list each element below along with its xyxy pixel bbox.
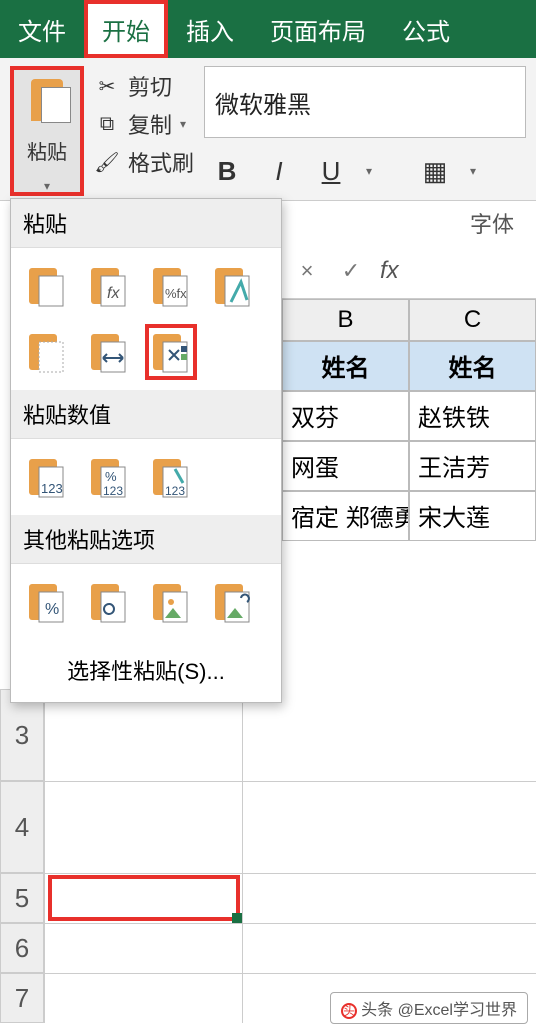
chevron-down-icon: ▾: [180, 117, 186, 131]
tab-home[interactable]: 开始: [84, 0, 168, 58]
paste-picture-icon[interactable]: [145, 574, 197, 630]
tab-formula[interactable]: 公式: [384, 0, 468, 58]
svg-text:123: 123: [103, 484, 123, 498]
cut-button[interactable]: ✂剪切: [94, 70, 194, 102]
brush-icon: 🖌: [94, 149, 120, 175]
row-header-7[interactable]: 7: [0, 973, 44, 1023]
row-header-6[interactable]: 6: [0, 923, 44, 973]
clipboard-icon: [27, 73, 67, 121]
paste-source-fmt-icon[interactable]: [207, 258, 259, 314]
row-header-5[interactable]: 5: [0, 873, 44, 923]
svg-text:123: 123: [41, 481, 63, 496]
font-name-input[interactable]: 微软雅黑: [204, 66, 526, 138]
paste-link-icon[interactable]: [83, 574, 135, 630]
chevron-down-icon: ▾: [366, 164, 372, 178]
col-header-c[interactable]: C: [409, 299, 536, 341]
paste-all-icon[interactable]: [21, 258, 73, 314]
toutiao-icon: 头: [341, 1003, 357, 1019]
underline-button[interactable]: U: [314, 154, 348, 188]
tab-file[interactable]: 文件: [0, 0, 84, 58]
cell[interactable]: 双芬: [282, 391, 409, 441]
copy-icon: ⧉: [94, 111, 120, 137]
cancel-icon[interactable]: ×: [292, 258, 322, 284]
paste-special-item[interactable]: 选择性粘贴(S)...: [11, 640, 281, 702]
dd-section-other: 其他粘贴选项: [11, 515, 281, 564]
italic-button[interactable]: I: [262, 154, 296, 188]
paste-formulas-icon[interactable]: fx: [83, 258, 135, 314]
paste-label: 粘贴: [27, 136, 67, 165]
paste-noborders-icon[interactable]: [21, 324, 73, 380]
svg-text:123: 123: [165, 484, 185, 498]
selected-cell[interactable]: [48, 875, 240, 921]
header-row: 姓名 姓名: [282, 341, 536, 391]
paste-dropdown: 粘贴 fx %fx 粘贴数值 123 %123 123 其他粘贴选项 % 选择性…: [10, 198, 282, 703]
copy-button[interactable]: ⧉复制 ▾: [94, 108, 194, 140]
bold-button[interactable]: B: [210, 154, 244, 188]
borders-button[interactable]: ▦: [418, 154, 452, 188]
fill-handle[interactable]: [232, 913, 242, 923]
ribbon-tabs: 文件 开始 插入 页面布局 公式: [0, 0, 536, 58]
chevron-down-icon: ▾: [44, 179, 50, 193]
paste-values-numfmt-icon[interactable]: %123: [83, 449, 135, 505]
tab-insert[interactable]: 插入: [168, 0, 252, 58]
clipboard-group: ✂剪切 ⧉复制 ▾ 🖌格式刷: [94, 66, 194, 196]
cell[interactable]: 宋大莲: [409, 491, 536, 541]
paste-transpose-icon[interactable]: [145, 324, 197, 380]
cell-c1[interactable]: 姓名: [409, 341, 536, 391]
paste-values-srcfmt-icon[interactable]: 123: [145, 449, 197, 505]
format-painter-button[interactable]: 🖌格式刷: [94, 146, 194, 178]
svg-text:%: %: [45, 601, 59, 618]
svg-text:%fx: %fx: [165, 286, 187, 301]
confirm-icon[interactable]: ✓: [336, 258, 366, 284]
dd-section-values: 粘贴数值: [11, 390, 281, 439]
format-row: B I U ▾ ▦ ▾: [204, 146, 526, 196]
svg-text:%: %: [105, 469, 117, 484]
col-header-b[interactable]: B: [282, 299, 409, 341]
cell[interactable]: 赵铁铁: [409, 391, 536, 441]
paste-values-icon[interactable]: 123: [21, 449, 73, 505]
scissors-icon: ✂: [94, 73, 120, 99]
paste-button[interactable]: 粘贴 ▾: [10, 66, 84, 196]
ribbon-body: 粘贴 ▾ ✂剪切 ⧉复制 ▾ 🖌格式刷 微软雅黑 B I U ▾ ▦ ▾: [0, 58, 536, 201]
watermark: 头头条 @Excel学习世界: [330, 992, 528, 1024]
paste-formulas-fmt-icon[interactable]: %fx: [145, 258, 197, 314]
paste-formatting-icon[interactable]: %: [21, 574, 73, 630]
tab-layout[interactable]: 页面布局: [252, 0, 384, 58]
chevron-down-icon: ▾: [470, 164, 476, 178]
cell[interactable]: 宿定 郑德勇: [282, 491, 409, 541]
row-header-4[interactable]: 4: [0, 781, 44, 873]
paste-linked-picture-icon[interactable]: [207, 574, 259, 630]
fx-label[interactable]: fx: [380, 257, 399, 285]
cell[interactable]: 王洁芳: [409, 441, 536, 491]
dd-section-paste: 粘贴: [11, 199, 281, 248]
column-headers: B C: [282, 299, 536, 341]
svg-text:fx: fx: [107, 285, 120, 302]
formula-bar: × ✓ fx: [282, 243, 536, 299]
cell-b1[interactable]: 姓名: [282, 341, 409, 391]
cell[interactable]: 网蛋: [282, 441, 409, 491]
paste-colwidth-icon[interactable]: [83, 324, 135, 380]
